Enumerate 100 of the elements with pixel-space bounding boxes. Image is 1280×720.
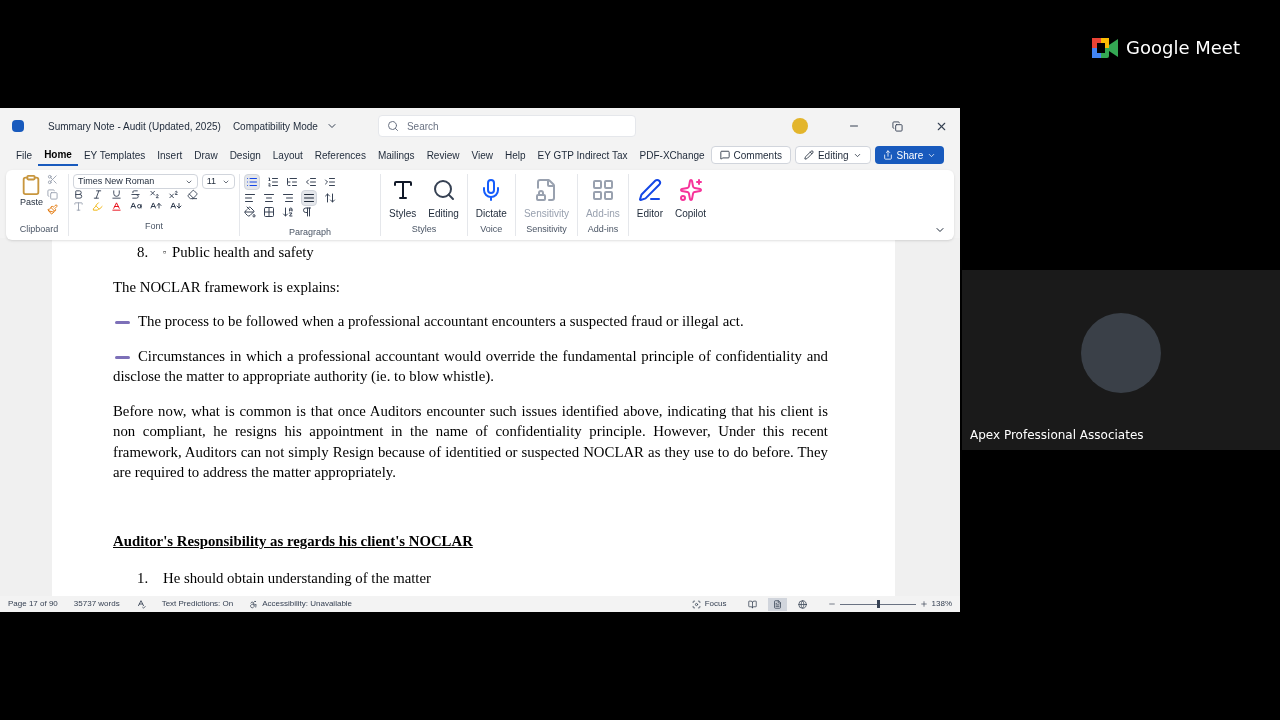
editor-button[interactable]: Editor [632,174,667,221]
pilcrow-icon[interactable] [301,206,313,218]
search-field[interactable]: Search [377,115,636,137]
line-spacing-icon[interactable] [324,192,336,204]
window-title: Summary Note - Audit (Updated, 2025) [48,119,221,134]
proofing-icon[interactable] [135,599,146,609]
ribbon-tab[interactable]: File [10,144,39,166]
comment-icon [719,150,730,160]
ribbon-tab[interactable]: Draw [188,144,224,166]
ribbon-tab[interactable]: Insert [151,144,189,166]
bullets-button[interactable] [244,174,260,190]
shading-icon[interactable] [244,206,256,218]
print-layout-button[interactable] [767,597,787,611]
group-label: Add-ins [587,222,619,236]
numbering-icon[interactable] [267,176,279,188]
focus-button[interactable]: Focus [691,598,727,610]
app-icon [12,120,24,132]
pen-icon [637,178,662,202]
share-button[interactable]: Share [874,146,945,164]
ribbon-tab[interactable]: Layout [266,144,309,166]
dictate-button[interactable]: Dictate [471,174,511,221]
ribbon-tab[interactable]: View [465,144,499,166]
word-count[interactable]: 35737 words [73,598,120,610]
ribbon-tab[interactable]: PDF-XChange [633,144,711,166]
ribbon-tab[interactable]: EY GTP Indirect Tax [531,144,634,166]
superscript-icon[interactable] [168,189,179,200]
grow-font-icon[interactable] [150,200,162,212]
copilot-button[interactable]: Copilot [671,174,711,221]
change-case-icon[interactable] [130,200,142,212]
list-number: 8. [137,243,150,262]
bullet-paragraph: Circumstances in which a professional accountant would override the fundamental principle of confidentiality and disclose the matter to appropriate authority (ie. to blow whistle). [113,346,828,386]
brand-name: Google Meet [1126,36,1240,60]
ribbon-tab[interactable]: Home [38,144,78,166]
paragraph: The NOCLAR framework is explains: [113,277,341,297]
font-size-field[interactable]: 11 [201,174,235,189]
group-label: Sensitivity [526,222,567,236]
zoom-in-icon[interactable] [919,600,928,608]
print-view-icon [772,599,782,609]
italic-icon[interactable] [92,189,103,200]
zoom-slider[interactable] [839,600,916,608]
grid-icon [590,178,615,202]
justify-button[interactable] [301,190,317,206]
group-label: Clipboard [19,222,59,236]
strikethrough-icon[interactable] [130,189,141,200]
ribbon-tab[interactable]: Design [223,144,267,166]
dash-bullet-icon [115,321,130,325]
multilevel-list-icon[interactable] [286,176,298,188]
dash-bullet-icon [115,355,130,359]
list-number: 1. [137,569,150,588]
list-marker: ▫ [163,246,168,259]
web-view-icon [797,599,807,609]
paste-button[interactable]: Paste [20,174,43,215]
share-icon [882,150,893,160]
page-count[interactable]: Page 17 of 90 [8,598,58,610]
borders-icon[interactable] [263,206,275,218]
group-label: Font [145,221,163,231]
read-view-icon [747,599,757,609]
bullets-icon [246,176,258,188]
paragraph: Before now, what is common is that once Auditors encounter such issues identified above, indicating that his client is non compliant, he resigns his appointment in the name of confidentiality principle. However, Under this recent framework, Auditors can not simply Resign because of identitied or suspected NOCLAR as they use to do before. They are required to address the matter appropriately. [113,401,828,482]
group-label: Paragraph [289,227,331,237]
underline-icon[interactable] [111,189,122,200]
accessibility-icon [249,599,259,609]
zoom-thumb[interactable] [876,600,880,608]
font-color-icon[interactable] [111,200,122,212]
editing-button[interactable]: Editing [424,174,463,221]
participant-name: Apex Professional Associates [969,427,1145,444]
list-item-text: He should obtain understanding of the matter [163,569,431,588]
align-center-icon[interactable] [263,192,275,204]
group-label: Styles [411,222,437,236]
list-item-text: Public health and safety [172,243,314,262]
increase-indent-icon[interactable] [324,176,336,188]
video-camera-logo [1092,37,1119,58]
search-icon [386,120,399,132]
decrease-indent-icon[interactable] [305,176,317,188]
editing-button[interactable]: Editing [794,146,871,164]
clear-formatting-icon[interactable] [187,189,198,200]
bullet-paragraph: The process to be followed when a professional accountant encounters a suspected fraud or illegal act. [113,311,828,332]
ribbon-tab[interactable]: Mailings [371,144,421,166]
restore-icon[interactable] [892,120,903,132]
ribbon-tab[interactable]: Review [420,144,466,166]
accessibility-status[interactable]: Accessibility: Unavailable [249,598,353,610]
zoom-level[interactable]: 138% [931,598,952,610]
compatibility-mode: Compatibility Mode [232,119,318,134]
comments-button[interactable]: Comments [710,146,791,164]
font-name-field[interactable]: Times New Roman [73,174,198,189]
text-predictions[interactable]: Text Predictions: On [161,598,234,610]
pencil-icon [803,150,814,160]
format-painter-icon[interactable] [47,204,58,215]
bold-icon[interactable] [73,189,84,200]
focus-icon [691,599,701,609]
search-icon [431,178,456,202]
shrink-font-icon[interactable] [170,200,182,212]
sort-icon[interactable] [282,206,294,218]
styles-button[interactable]: Styles [385,174,421,221]
ribbon-tab[interactable]: References [308,144,372,166]
align-right-icon[interactable] [282,192,294,204]
ribbon-tab[interactable]: EY Templates [77,144,152,166]
align-left-icon[interactable] [244,192,256,204]
subscript-icon[interactable] [149,189,160,200]
ribbon-tab[interactable]: Help [498,144,532,166]
